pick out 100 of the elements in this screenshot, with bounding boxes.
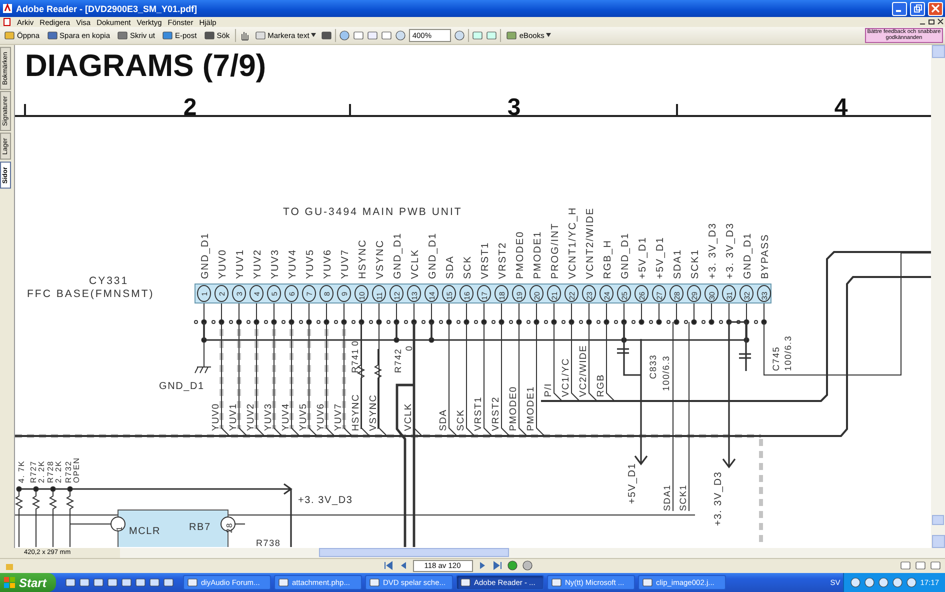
pin-outline: [616, 284, 631, 302]
first-page-button[interactable]: [382, 560, 394, 572]
part-label: SCK1: [678, 484, 688, 511]
pin-outline: [442, 284, 456, 302]
minimize-button[interactable]: [892, 2, 907, 16]
part-label: R728: [46, 460, 55, 483]
pin-label: VSYNC: [374, 239, 386, 279]
pin-outline: [739, 284, 754, 302]
net-label: YUV0: [210, 402, 222, 431]
pin-outline: [634, 284, 648, 302]
pin-outline: [319, 284, 334, 302]
pin-outline: [476, 284, 491, 302]
pin-label: HSYNC: [357, 238, 368, 279]
pin-label: VRST2: [497, 241, 508, 279]
net-label: RGB: [595, 374, 606, 397]
pin-outline: [266, 284, 281, 302]
pin-label: +3. 3V_D3: [707, 222, 718, 279]
close-button[interactable]: [928, 2, 943, 16]
part-label: R732: [64, 460, 73, 483]
part-label: +3. 3V_D3: [298, 494, 353, 506]
pin-outline: [354, 284, 368, 302]
part-label: C833: [648, 354, 658, 379]
ruler-number: 3: [507, 94, 521, 121]
pin-outline: [459, 284, 474, 302]
net-label: PMODE0: [508, 386, 519, 431]
net-label: VSYNC: [368, 394, 379, 431]
ruler-number: 2: [183, 94, 197, 121]
page-heading: DIAGRAMS (7/9): [24, 48, 266, 83]
pin-label: VRST1: [480, 241, 491, 279]
pin-label: YUV5: [304, 248, 316, 279]
net-label: VC2/WIDE: [578, 344, 589, 397]
part-label: 2. 2K: [54, 460, 63, 483]
pin-label: +3. 3V_D3: [724, 222, 736, 279]
pin-outline: [406, 284, 421, 302]
part-label: R741: [350, 348, 360, 373]
pin-label: GND_D1: [620, 232, 631, 279]
pin-label: SDA: [444, 254, 456, 279]
part-label: 2. 2K: [36, 460, 46, 483]
net-label: PMODE1: [525, 386, 536, 431]
pin-outline: [564, 284, 578, 302]
pin-outline: [546, 284, 561, 302]
windows-logo-icon: [4, 576, 16, 589]
pin-label: PROG/INT: [550, 222, 561, 279]
part-label: +3. 3V_D3: [712, 470, 724, 526]
pin-label: SCK: [462, 254, 474, 279]
window-title: Adobe Reader - [DVD2900E3_SM_Y01.pdf]: [16, 4, 198, 14]
start-button[interactable]: Start: [0, 573, 56, 592]
part-label: C745: [770, 346, 781, 371]
restore-button[interactable]: [910, 2, 925, 16]
net-label: P/I: [542, 382, 554, 397]
part-label: MCLR: [128, 526, 161, 537]
last-page-icon: [492, 560, 502, 572]
net-label: VRST2: [490, 396, 502, 431]
pin-label: YUV2: [252, 248, 264, 279]
pin-label: YUV7: [340, 248, 351, 279]
pin-outline: [582, 284, 596, 302]
pin-label: SCK1: [690, 248, 701, 279]
part-label: 100/6.3: [660, 354, 671, 391]
pin-label: SDA1: [672, 248, 684, 279]
part-label: R738: [256, 538, 281, 547]
first-page-icon: [382, 560, 394, 572]
net-label: YUV6: [315, 402, 326, 431]
pin-outline: [599, 284, 614, 302]
pin-label: VCLK: [410, 248, 421, 279]
pin-outline: [756, 284, 771, 302]
net-label: SDA: [438, 408, 449, 431]
pin-outline: [669, 284, 684, 302]
part-label: 1: [114, 525, 124, 531]
part-label: 4. 7K: [16, 460, 26, 483]
net-label: HSYNC: [350, 393, 362, 431]
hand-icon[interactable]: [238, 30, 250, 41]
net-label: SCK: [455, 408, 466, 431]
pin-label: VCNT1/YC_H: [567, 206, 578, 279]
pin-label: PMODE0: [514, 230, 526, 279]
restore-icon: [913, 4, 922, 14]
pin-label: YUV6: [322, 248, 334, 279]
app-icon: [2, 3, 13, 14]
document-icon: [3, 18, 11, 26]
pin-outline: [232, 284, 246, 302]
pin-label: YUV1: [234, 248, 246, 279]
pin-label: YUV3: [270, 248, 281, 279]
pin-outline: [494, 284, 508, 302]
caret-icon: [546, 33, 552, 38]
part-label: GND_D1: [158, 380, 204, 392]
pin-outline: [512, 284, 526, 302]
net-label: YUV3: [262, 402, 274, 431]
document-window-controls-icon[interactable]: [919, 18, 945, 26]
close-icon: [931, 4, 940, 14]
pin-label: YUV4: [287, 248, 298, 279]
part-label: RB7: [188, 522, 211, 533]
connector-name: FFC BASE(FMNSMT): [26, 288, 154, 300]
part-label: OPEN: [72, 456, 81, 483]
scroll-thumb[interactable]: [932, 514, 944, 525]
pin-label: VCNT2/WIDE: [584, 206, 596, 279]
last-page-button[interactable]: [492, 560, 502, 572]
part-label: +5V_D1: [626, 462, 638, 504]
pin-label: PMODE1: [532, 230, 544, 279]
ruler-number: 4: [834, 94, 848, 121]
part-label: 0: [404, 344, 414, 351]
pin-outline: [336, 284, 351, 302]
